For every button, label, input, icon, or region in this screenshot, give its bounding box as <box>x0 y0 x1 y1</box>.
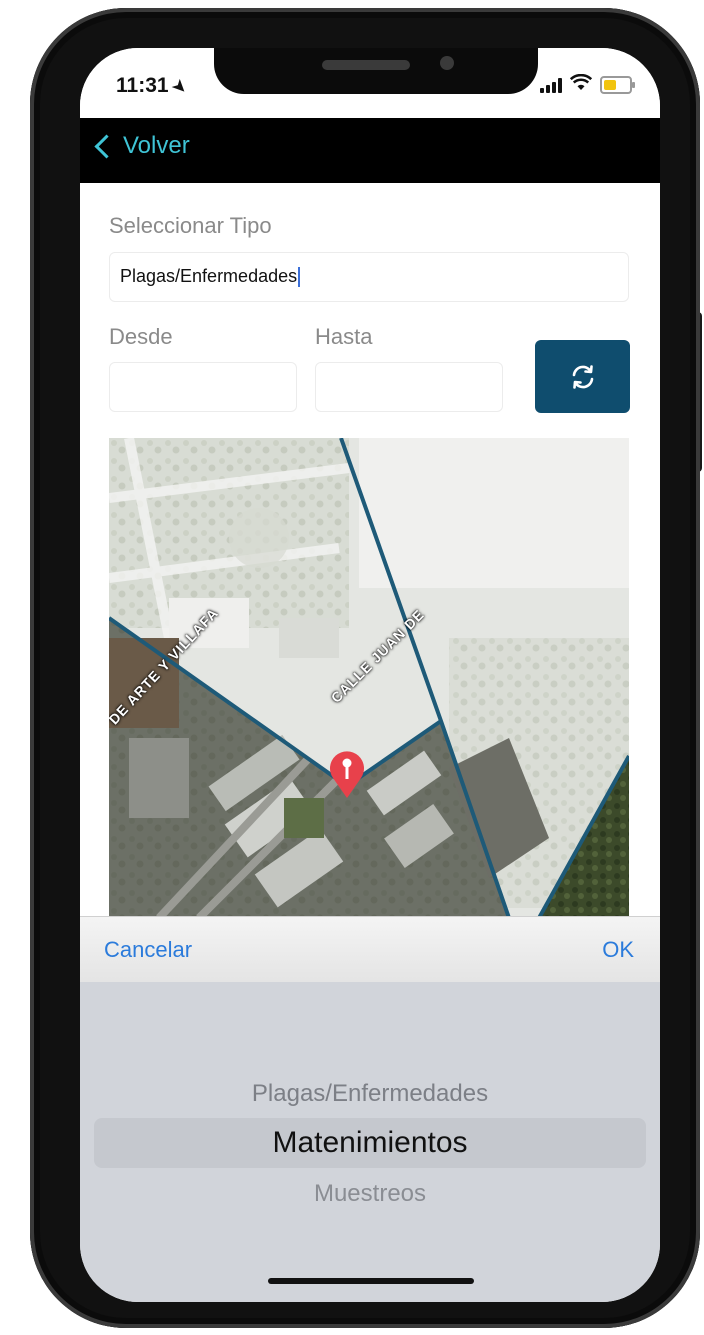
tipo-label: Seleccionar Tipo <box>109 213 272 238</box>
picker-option[interactable]: Plagas/Enfermedades <box>80 1080 660 1108</box>
map-image <box>109 438 629 918</box>
picker-option[interactable]: Muestreos <box>80 1180 660 1208</box>
picker-wheel[interactable]: Plagas/Enfermedades Matenimientos Muestr… <box>80 982 660 1302</box>
hasta-input[interactable] <box>315 362 503 412</box>
hasta-label: Hasta <box>315 324 373 349</box>
desde-label: Desde <box>109 324 173 349</box>
picker-option-selected[interactable]: Matenimientos <box>80 1126 660 1160</box>
cancel-button[interactable]: Cancelar <box>104 937 192 963</box>
chevron-left-icon <box>94 133 119 159</box>
status-time: 11:31➤ <box>116 74 190 98</box>
wifi-icon <box>569 73 593 96</box>
notch <box>214 48 538 94</box>
home-indicator[interactable] <box>268 1278 474 1284</box>
front-camera <box>440 56 454 70</box>
speaker <box>322 60 410 70</box>
navigation-bar: Volver <box>80 118 660 183</box>
text-caret <box>298 267 301 288</box>
location-arrow-icon: ➤ <box>168 76 190 99</box>
desde-input[interactable] <box>109 362 297 412</box>
ok-button[interactable]: OK <box>602 937 634 963</box>
refresh-button[interactable] <box>535 340 630 413</box>
back-label: Volver <box>123 132 190 159</box>
map-view[interactable]: DE ARTE Y VILLAFA CALLE JUAN DE <box>109 438 629 918</box>
back-button[interactable]: Volver <box>92 132 190 160</box>
status-bar: 11:31➤ <box>80 48 660 118</box>
tipo-input-value: Plagas/Enfermedades <box>120 266 298 286</box>
battery-icon <box>600 76 635 94</box>
status-icons <box>540 73 635 96</box>
picker-toolbar: Cancelar OK <box>80 916 660 983</box>
cellular-signal-icon <box>540 77 562 93</box>
phone-screen: 11:31➤ Volver Seleccionar Tipo Plagas/En… <box>80 48 660 1302</box>
status-time-text: 11:31 <box>116 74 169 97</box>
refresh-icon <box>572 364 593 389</box>
tipo-input[interactable]: Plagas/Enfermedades <box>109 252 629 302</box>
